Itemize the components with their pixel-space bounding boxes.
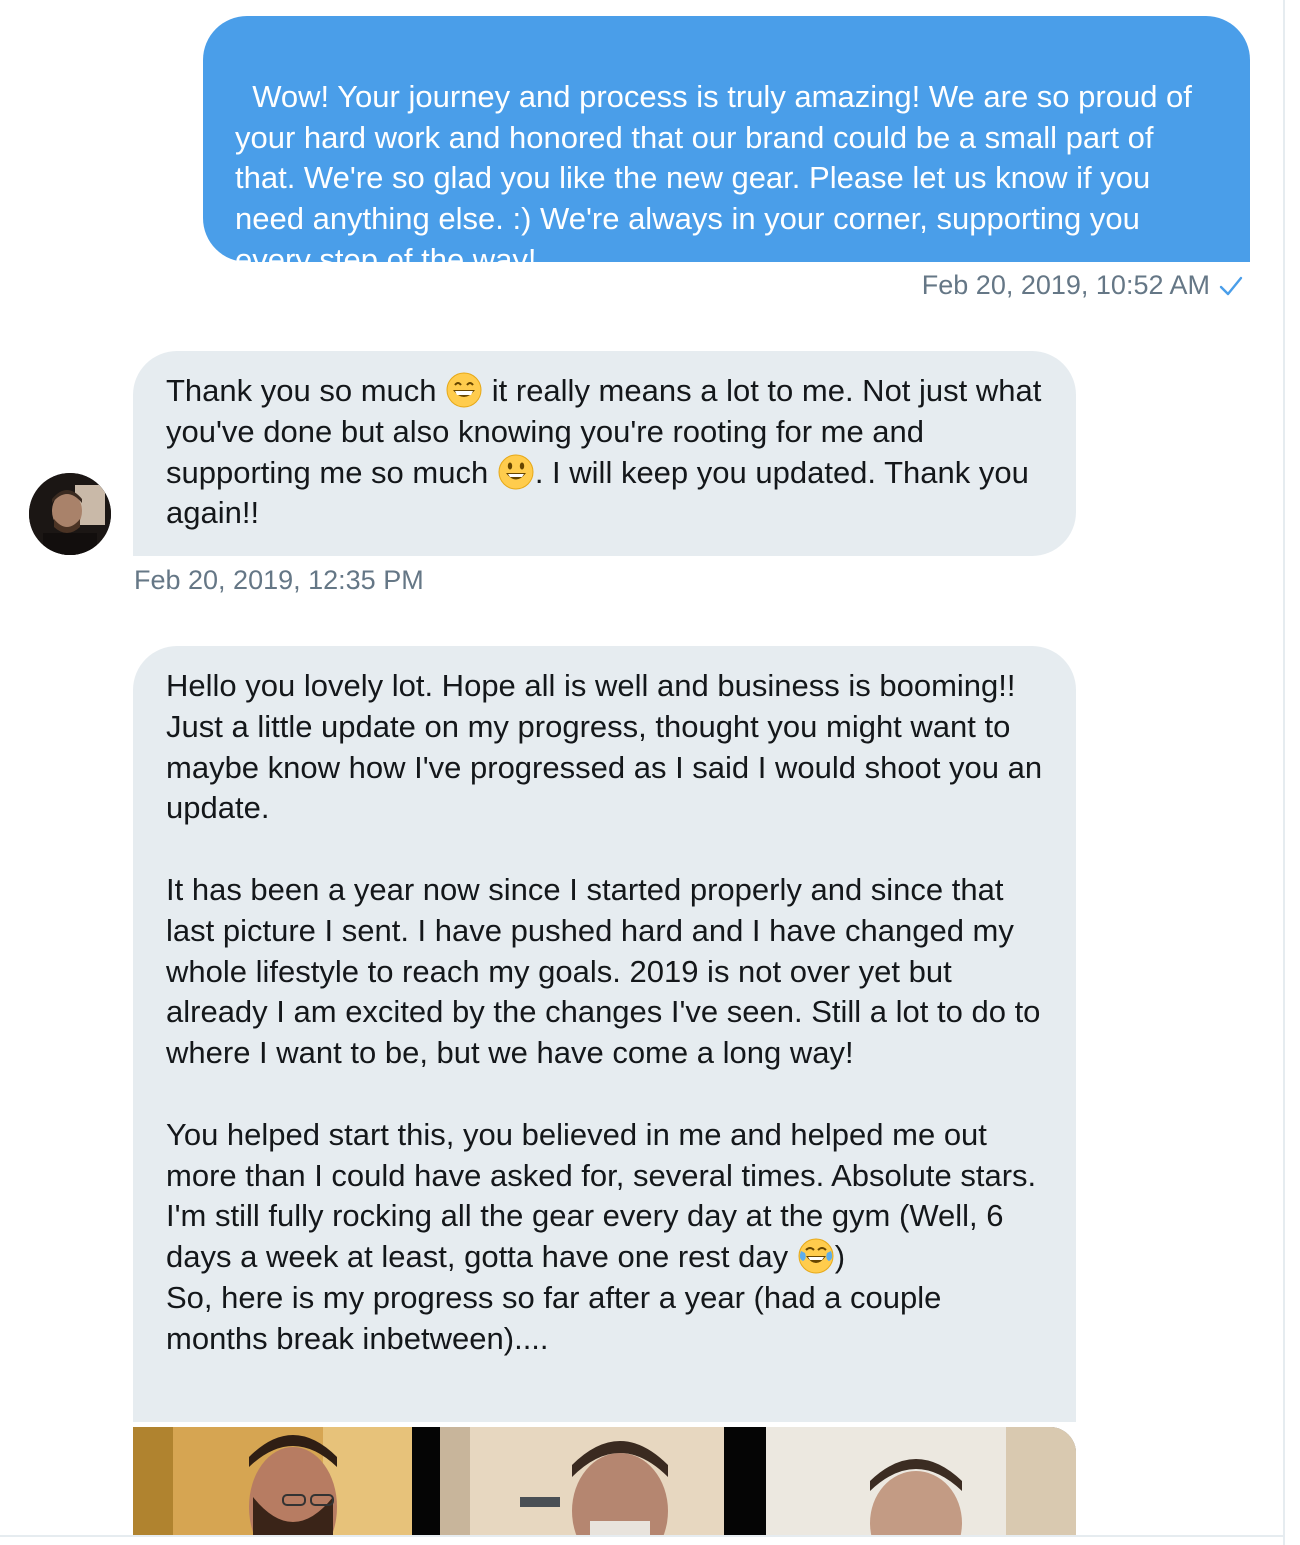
avatar[interactable]: [29, 473, 111, 555]
grinning-smiling-eyes-emoji: [446, 372, 482, 408]
photo-1-image: [133, 1427, 412, 1535]
progress-photo-1[interactable]: [133, 1427, 412, 1535]
tears-of-joy-emoji: [798, 1238, 834, 1274]
incoming-2-para2: It has been a year now since I started p…: [166, 871, 1050, 1071]
incoming-2-para3a: You helped start this, you believed in m…: [166, 1116, 1045, 1275]
outgoing-message-bubble: Wow! Your journey and process is truly a…: [203, 16, 1250, 277]
progress-photo-2[interactable]: [440, 1427, 724, 1535]
bottom-border: [0, 1535, 1285, 1537]
avatar-image: [29, 473, 111, 555]
progress-photos[interactable]: [133, 1427, 1076, 1535]
outgoing-timestamp-row: Feb 20, 2019, 10:52 AM: [922, 270, 1244, 301]
outgoing-message-text: Wow! Your journey and process is truly a…: [235, 78, 1201, 277]
photo-2-image: [440, 1427, 724, 1535]
progress-photo-3[interactable]: [766, 1427, 1076, 1535]
incoming-timestamp: Feb 20, 2019, 12:35 PM: [134, 565, 424, 595]
right-border: [1283, 0, 1285, 1545]
photo-3-image: [766, 1427, 1076, 1535]
photo-gap-2: [724, 1427, 766, 1535]
incoming-message-bubble-2: Hello you lovely lot. Hope all is well a…: [133, 646, 1076, 1422]
incoming-1-text-part1: Thank you so much: [166, 373, 446, 408]
outgoing-timestamp: Feb 20, 2019, 10:52 AM: [921, 270, 1210, 300]
photo-gap-1: [412, 1427, 440, 1535]
incoming-message-bubble-1: Thank you so much it really means a lot …: [133, 351, 1076, 556]
incoming-2-para1: Hello you lovely lot. Hope all is well a…: [166, 668, 1051, 826]
smiley-emoji: [498, 454, 534, 490]
check-icon: [1219, 276, 1243, 295]
